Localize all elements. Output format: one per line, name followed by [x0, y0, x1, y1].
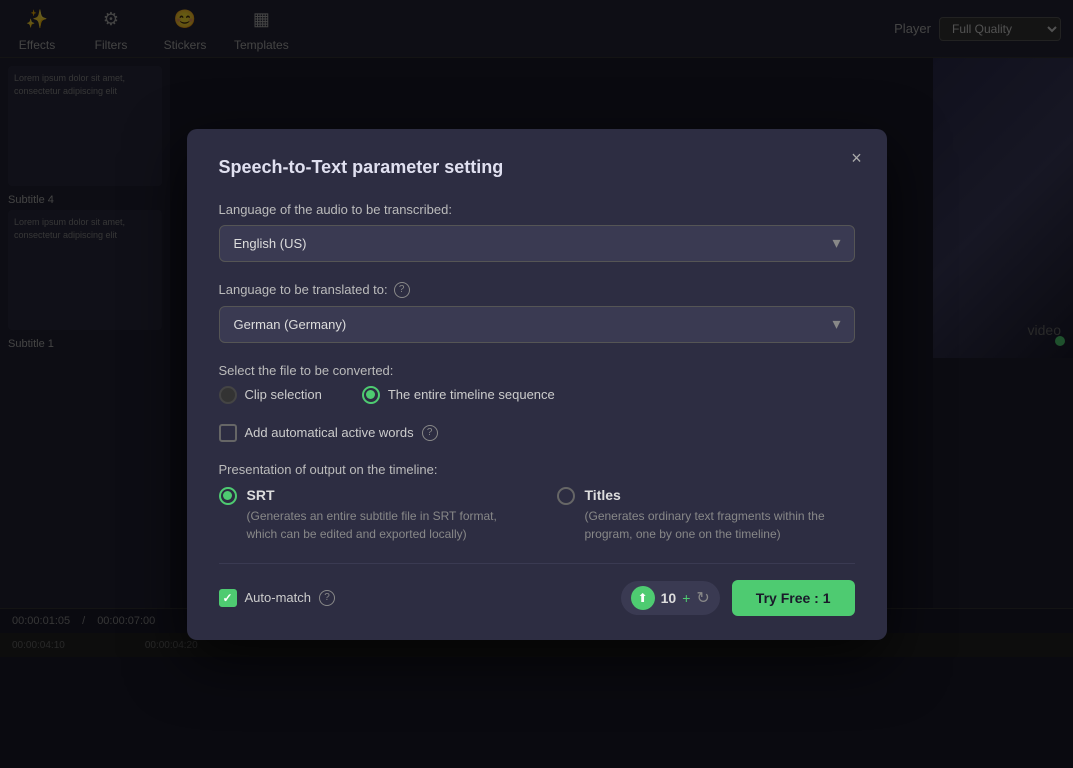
modal-footer: Auto-match ? ⬆ 10 + ↻ Try Free : 1 — [219, 580, 855, 616]
language-audio-label: Language of the audio to be transcribed: — [219, 202, 855, 217]
srt-radio[interactable] — [219, 487, 237, 505]
active-words-help-icon[interactable]: ? — [422, 425, 438, 441]
output-options: SRT (Generates an entire subtitle file i… — [219, 487, 855, 543]
modal-overlay: Speech-to-Text parameter setting × Langu… — [0, 0, 1073, 768]
modal-close-button[interactable]: × — [843, 145, 871, 173]
srt-option-text: SRT (Generates an entire subtitle file i… — [247, 487, 517, 543]
refresh-icon[interactable]: ↻ — [696, 588, 709, 608]
add-active-words-label: Add automatical active words — [245, 425, 414, 440]
srt-label: SRT — [247, 487, 517, 503]
credits-icon: ⬆ — [631, 586, 655, 610]
language-translate-select-wrapper: German (Germany) — [219, 306, 855, 343]
modal-divider — [219, 563, 855, 564]
modal-title: Speech-to-Text parameter setting — [219, 157, 855, 178]
clip-selection-option[interactable]: Clip selection — [219, 386, 322, 404]
titles-option[interactable]: Titles (Generates ordinary text fragment… — [557, 487, 855, 543]
try-free-button[interactable]: Try Free : 1 — [732, 580, 855, 616]
presentation-label: Presentation of output on the timeline: — [219, 462, 855, 477]
entire-timeline-option[interactable]: The entire timeline sequence — [362, 386, 555, 404]
titles-radio[interactable] — [557, 487, 575, 505]
translate-help-icon[interactable]: ? — [394, 282, 410, 298]
titles-label: Titles — [585, 487, 855, 503]
credits-count: 10 — [661, 590, 677, 606]
file-convert-label: Select the file to be converted: — [219, 363, 855, 378]
auto-match-help-icon[interactable]: ? — [319, 590, 335, 606]
srt-option[interactable]: SRT (Generates an entire subtitle file i… — [219, 487, 517, 543]
auto-match-label: Auto-match — [245, 590, 311, 605]
speech-to-text-modal: Speech-to-Text parameter setting × Langu… — [187, 129, 887, 640]
srt-desc: (Generates an entire subtitle file in SR… — [247, 507, 517, 543]
language-audio-select[interactable]: English (US) — [219, 225, 855, 262]
titles-desc: (Generates ordinary text fragments withi… — [585, 507, 855, 543]
credits-plus: + — [682, 590, 690, 606]
language-translate-select[interactable]: German (Germany) — [219, 306, 855, 343]
language-translate-label: Language to be translated to: ? — [219, 282, 855, 298]
auto-match-checkbox[interactable] — [219, 589, 237, 607]
clip-selection-label: Clip selection — [245, 387, 322, 402]
auto-match-checkbox-item[interactable]: Auto-match ? — [219, 589, 335, 607]
credits-badge: ⬆ 10 + ↻ — [621, 581, 720, 615]
add-active-words-checkbox-item[interactable]: Add automatical active words ? — [219, 424, 855, 442]
entire-timeline-label: The entire timeline sequence — [388, 387, 555, 402]
add-active-words-checkbox[interactable] — [219, 424, 237, 442]
clip-selection-radio[interactable] — [219, 386, 237, 404]
entire-timeline-radio[interactable] — [362, 386, 380, 404]
language-audio-select-wrapper: English (US) — [219, 225, 855, 262]
file-convert-options: Clip selection The entire timeline seque… — [219, 386, 855, 404]
presentation-section: Presentation of output on the timeline: … — [219, 462, 855, 543]
titles-option-text: Titles (Generates ordinary text fragment… — [585, 487, 855, 543]
